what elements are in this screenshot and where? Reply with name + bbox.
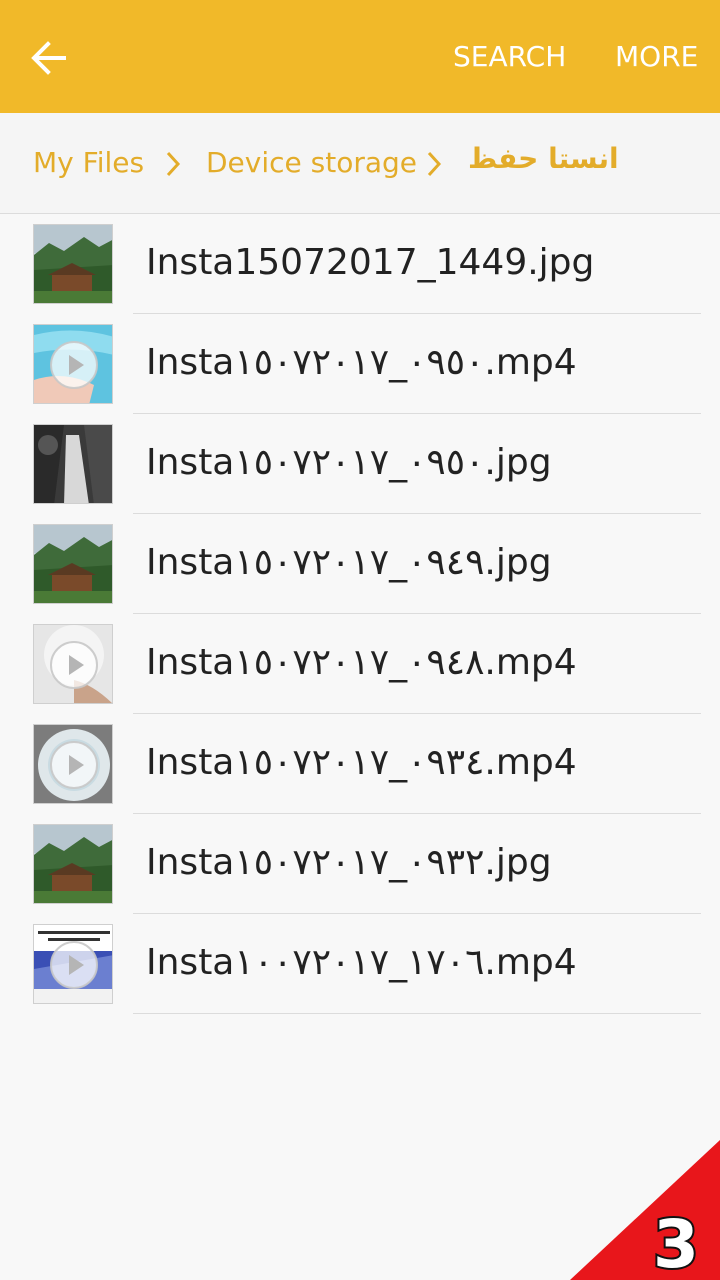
video-thumbnail [33,924,113,1004]
video-thumbnail [33,624,113,704]
corner-badge: 3 [570,1140,720,1280]
divider [133,1013,701,1014]
file-row[interactable]: Insta٠٩٤٩_١٥٠٧٢٠١٧.jpg [0,514,720,614]
file-row[interactable]: Insta٠٩٥٠_١٥٠٧٢٠١٧.jpg [0,414,720,514]
file-name: Insta15072017_1449.jpg [146,242,595,283]
file-row[interactable]: Insta٠٩٣٢_١٥٠٧٢٠١٧.jpg [0,814,720,914]
file-name: Insta٠٩٥٠_١٥٠٧٢٠١٧.mp4 [146,342,577,383]
more-button[interactable]: MORE [615,40,698,73]
file-name: Insta١٧٠٦_١٠٠٧٢٠١٧.mp4 [146,942,577,983]
video-thumbnail [33,724,113,804]
file-name: Insta٠٩٣٢_١٥٠٧٢٠١٧.jpg [146,842,552,883]
file-name: Insta٠٩٤٩_١٥٠٧٢٠١٧.jpg [146,542,552,583]
back-button[interactable] [26,35,72,81]
search-button[interactable]: SEARCH [453,40,566,73]
image-thumbnail [33,524,113,604]
image-thumbnail [33,424,113,504]
arrow-back-icon [31,41,66,75]
image-thumbnail [33,224,113,304]
app-bar: SEARCH MORE [0,0,720,113]
play-icon [50,341,98,389]
play-icon [50,941,98,989]
breadcrumb-device-storage[interactable]: Device storage [206,146,417,179]
file-name: Insta٠٩٤٨_١٥٠٧٢٠١٧.mp4 [146,642,577,683]
chevron-right-icon [166,151,181,177]
breadcrumb-current-folder[interactable]: انستا حفظ [468,142,619,175]
video-thumbnail [33,324,113,404]
breadcrumb-my-files[interactable]: My Files [33,146,144,179]
play-icon [50,641,98,689]
file-row[interactable]: Insta١٧٠٦_١٠٠٧٢٠١٧.mp4 [0,914,720,1014]
file-row[interactable]: Insta٠٩٤٨_١٥٠٧٢٠١٧.mp4 [0,614,720,714]
play-icon [50,741,98,789]
corner-badge-label: 3 [653,1206,699,1280]
image-thumbnail [33,824,113,904]
file-row[interactable]: Insta٠٩٣٤_١٥٠٧٢٠١٧.mp4 [0,714,720,814]
file-name: Insta٠٩٣٤_١٥٠٧٢٠١٧.mp4 [146,742,577,783]
file-row[interactable]: Insta٠٩٥٠_١٥٠٧٢٠١٧.mp4 [0,314,720,414]
file-name: Insta٠٩٥٠_١٥٠٧٢٠١٧.jpg [146,442,552,483]
file-row[interactable]: Insta15072017_1449.jpg [0,214,720,314]
chevron-right-icon [427,151,442,177]
breadcrumb: My Files Device storage انستا حفظ [0,113,720,214]
